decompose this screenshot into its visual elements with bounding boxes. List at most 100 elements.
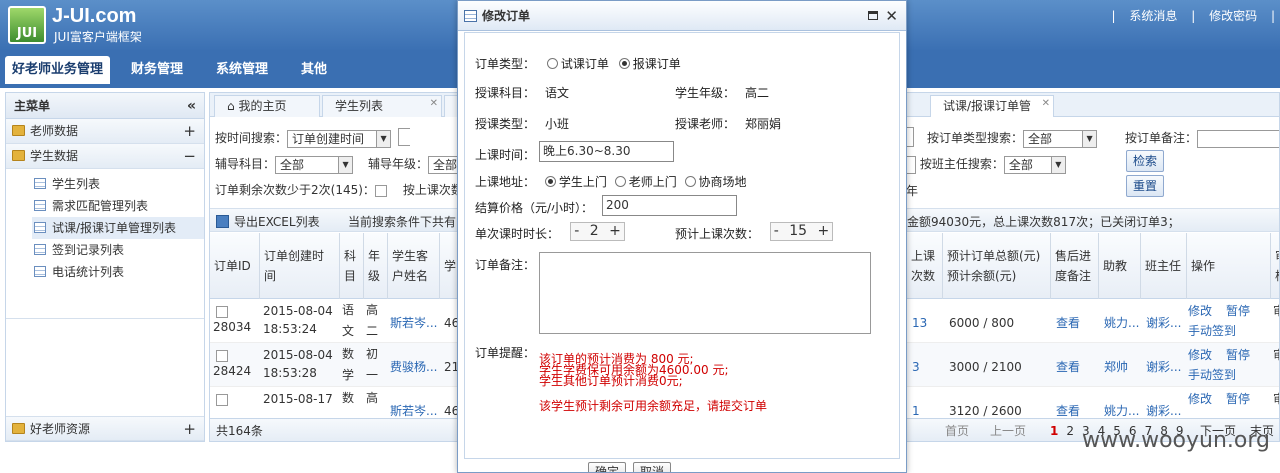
pause-link[interactable]: 暂停 (1226, 344, 1250, 366)
col-order-id[interactable]: 订单ID (210, 233, 260, 299)
nav-other[interactable]: 其他 (294, 56, 334, 84)
minus-icon[interactable]: - (574, 223, 579, 239)
nav-business[interactable]: 好老师业务管理 (5, 56, 111, 84)
close-icon[interactable]: ✕ (1042, 94, 1050, 114)
tab-label: 试课/报课订单管 (943, 99, 1032, 113)
col-subject[interactable]: 科目 (340, 233, 364, 299)
tab-student-list[interactable]: 学生列表 ✕ (322, 95, 442, 117)
time-input[interactable]: 晚上6.30~8.30 (539, 141, 674, 162)
col-ops[interactable]: 操作 (1187, 233, 1271, 299)
plus-icon[interactable]: + (818, 223, 830, 239)
note-textarea[interactable] (539, 252, 871, 334)
page-1[interactable]: 1 (1050, 424, 1058, 438)
maximize-icon[interactable] (868, 11, 878, 20)
minus-icon[interactable]: - (774, 223, 779, 239)
col-grade[interactable]: 年级 (364, 233, 388, 299)
time-label: 上课时间： (475, 148, 536, 162)
sidebar-item-student-list[interactable]: 学生列表 (32, 173, 204, 195)
nav-system[interactable]: 系统管理 (209, 56, 275, 84)
expand-icon[interactable]: + (183, 119, 196, 144)
chevron-down-icon: ▼ (1082, 130, 1097, 147)
radio-paid[interactable]: 报课订单 (618, 57, 681, 71)
type-select[interactable]: 全部 ▼ (1023, 129, 1098, 148)
lesson-times[interactable]: 3 (912, 356, 920, 378)
col-aftersale[interactable]: 售后进度备注 (1051, 233, 1099, 299)
col-ta[interactable]: 助教 (1099, 233, 1141, 299)
sidebar-item-orders[interactable]: 试课/报课订单管理列表 (32, 217, 204, 239)
search-button[interactable]: 检索 (1126, 150, 1165, 172)
sidebar-section-resources[interactable]: 好老师资源 + (6, 416, 204, 441)
dialog-titlebar[interactable]: 修改订单 ✕ (458, 1, 906, 31)
sidebar-item-signin[interactable]: 签到记录列表 (32, 239, 204, 261)
col-times[interactable]: 上课次数 (907, 233, 943, 299)
close-icon[interactable]: ✕ (885, 1, 898, 31)
close-icon[interactable]: ✕ (430, 94, 438, 114)
student-name[interactable]: 斯若岑... (390, 312, 437, 334)
head-teacher-name[interactable]: 谢彩... (1146, 356, 1181, 378)
export-label: 导出EXCEL列表 (234, 215, 320, 229)
page-2[interactable]: 2 (1066, 424, 1074, 438)
assistant-name[interactable]: 姚力... (1104, 312, 1139, 334)
plus-icon[interactable]: + (609, 223, 621, 239)
note-input[interactable] (1197, 129, 1279, 148)
head-filter: 按班主任搜索： 全部 ▼ (904, 155, 1066, 174)
head-teacher-name[interactable]: 谢彩... (1146, 312, 1181, 334)
lesson-times[interactable]: 13 (912, 312, 927, 334)
col-audit[interactable]: 审核 (1271, 233, 1279, 299)
col-head[interactable]: 班主任 (1141, 233, 1187, 299)
grade-filter-label: 辅导年级： (368, 157, 429, 171)
view-link[interactable]: 查看 (1056, 312, 1080, 334)
radio-teacher-home[interactable]: 老师上门 (614, 175, 677, 189)
money: 3000 / 2100 (949, 360, 1022, 374)
manual-signin-link[interactable]: 手动签到 (1188, 320, 1236, 342)
student-name[interactable]: 费骏杨... (390, 356, 437, 378)
date-input[interactable] (398, 128, 410, 146)
subject: 数学 (342, 347, 355, 382)
tab-orders[interactable]: 试课/报课订单管 ✕ (930, 95, 1054, 117)
duration-stepper[interactable]: - 2 + (570, 222, 625, 241)
export-excel-button[interactable]: 导出EXCEL列表 (216, 213, 320, 230)
sidebar-item-phone[interactable]: 电话统计列表 (32, 261, 204, 283)
pause-link[interactable]: 暂停 (1226, 388, 1250, 410)
cancel-button[interactable]: 取消 (633, 462, 672, 472)
price-input[interactable]: 200 (602, 195, 737, 216)
manual-signin-link[interactable]: 手动签到 (1188, 364, 1236, 386)
nav-finance[interactable]: 财务管理 (124, 56, 190, 84)
radio-trial[interactable]: 试课订单 (546, 57, 609, 71)
reset-button[interactable]: 重置 (1126, 175, 1165, 197)
ok-button[interactable]: 确定 (588, 462, 627, 472)
collapse-icon[interactable]: « (187, 93, 196, 119)
pause-link[interactable]: 暂停 (1226, 300, 1250, 322)
collapse-section-icon[interactable]: − (183, 144, 196, 169)
first-page-button[interactable]: 首页 (945, 419, 969, 441)
expand-icon[interactable]: + (183, 417, 196, 442)
sidebar-section-teacher[interactable]: 老师数据 + (6, 119, 204, 144)
col-created[interactable]: 订单创建时间 (260, 233, 340, 299)
edit-link[interactable]: 修改 (1188, 388, 1212, 410)
change-password-link[interactable]: 修改密码 (1209, 9, 1257, 23)
year-text: 年 (906, 184, 919, 198)
system-messages-link[interactable]: 系统消息 (1129, 9, 1177, 23)
time-search-select[interactable]: 订单创建时间 ▼ (287, 129, 392, 148)
remain-checkbox[interactable] (374, 184, 387, 197)
assistant-name[interactable]: 郑帅 (1104, 356, 1128, 378)
sidebar-section-student[interactable]: 学生数据 − (6, 144, 204, 169)
prev-page-button[interactable]: 上一页 (990, 419, 1026, 441)
subject-select[interactable]: 全部 ▼ (275, 155, 354, 174)
col-student[interactable]: 学生客户姓名 (388, 233, 440, 299)
audit-status: 审通 (1273, 344, 1279, 366)
radio-negotiate[interactable]: 协商场地 (684, 175, 747, 189)
radio-student-home[interactable]: 学生上门 (544, 175, 607, 189)
edit-link[interactable]: 修改 (1188, 344, 1212, 366)
view-link[interactable]: 查看 (1056, 356, 1080, 378)
mode-value: 小班 (545, 117, 570, 131)
date-input-end[interactable] (906, 127, 914, 147)
row-checkbox[interactable] (216, 388, 228, 410)
edit-link[interactable]: 修改 (1188, 300, 1212, 322)
count-stepper[interactable]: - 15 + (770, 222, 833, 241)
sidebar-item-demand-match[interactable]: 需求匹配管理列表 (32, 195, 204, 217)
col-money[interactable]: 预计订单总额(元) 预计余额(元) (943, 233, 1051, 299)
tab-home[interactable]: ⌂ 我的主页 (214, 95, 320, 117)
head-select[interactable]: 全部 ▼ (1003, 155, 1066, 174)
grade: 高 (366, 391, 379, 405)
